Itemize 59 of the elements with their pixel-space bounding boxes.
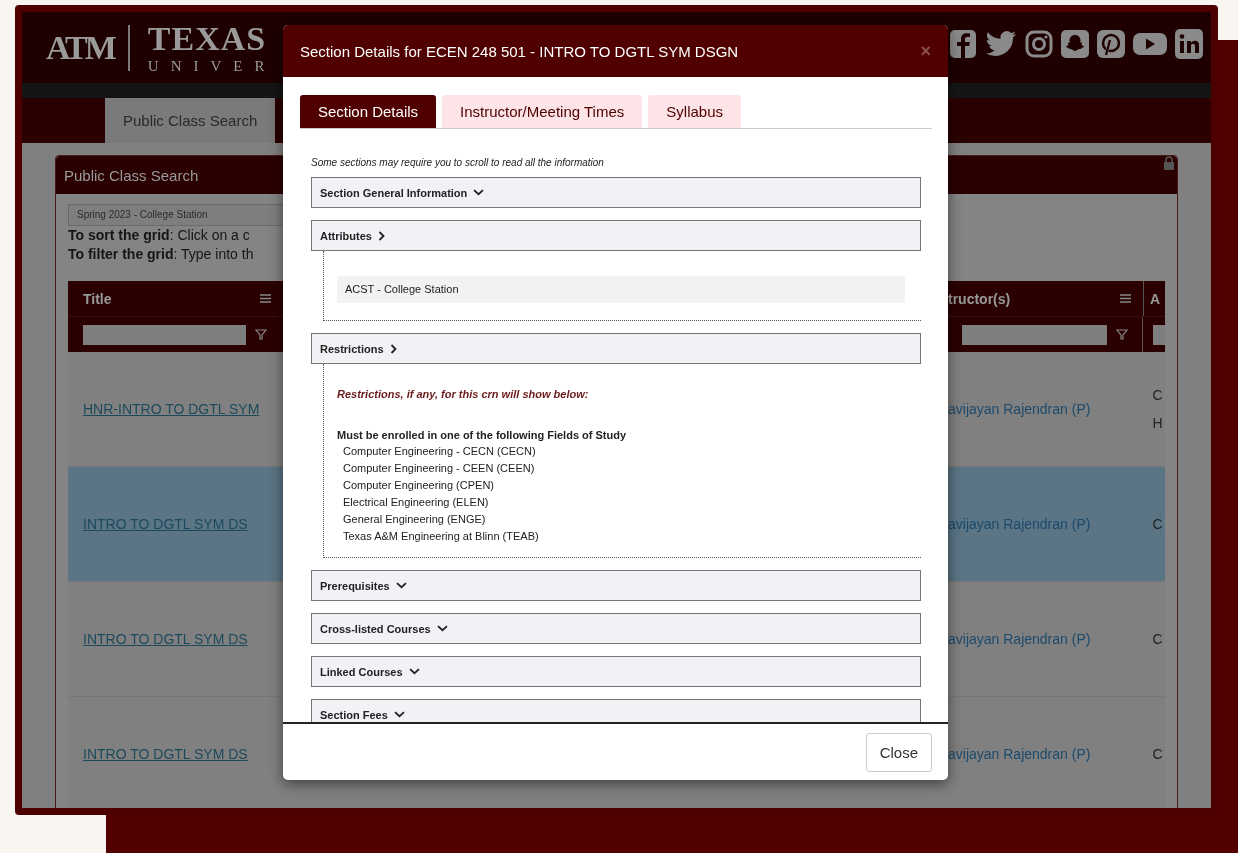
field-of-study: Computer Engineering - CEEN (CEEN)	[342, 461, 536, 476]
pin-icon[interactable]	[1097, 29, 1125, 58]
play-icon[interactable]	[1133, 30, 1167, 57]
filter-icon[interactable]	[255, 329, 267, 340]
scroll-note: Some sections may require you to scroll to read all the information	[311, 157, 605, 168]
chevron-right-icon	[389, 343, 397, 354]
restriction-heading: Must be enrolled in one of the following Fields of Study	[337, 428, 628, 443]
table-cell: C	[1152, 387, 1163, 403]
dialog-tab[interactable]: Syllabus	[648, 95, 741, 128]
facebook-icon[interactable]	[949, 28, 977, 59]
ghost-icon[interactable]	[1061, 29, 1089, 58]
chevron-down-icon	[436, 625, 448, 632]
field-of-study: Computer Engineering - CECN (CECN)	[342, 444, 537, 459]
field-of-study: Electrical Engineering (ELEN)	[342, 495, 490, 510]
close-button[interactable]: Close	[865, 732, 932, 772]
table-cell: C	[1152, 516, 1163, 532]
accordion-header[interactable]: Restrictions	[311, 333, 921, 364]
linkedin-icon[interactable]	[1175, 28, 1203, 59]
logo-mark: ATM	[46, 28, 114, 67]
column-header[interactable]: tructor(s)	[948, 290, 1011, 307]
restrictions-intro: Restrictions, if any, for this crn will show below:	[337, 388, 590, 400]
instruction-text: To filter the grid: Type into th	[68, 245, 254, 264]
table-cell: C	[1152, 631, 1163, 647]
panel-title: Public Class Search	[64, 166, 199, 184]
field-of-study: Computer Engineering (CPEN)	[342, 478, 495, 493]
instruction-text: To sort the grid: Click on a c	[68, 226, 250, 245]
chevron-down-icon	[395, 582, 407, 589]
field-of-study: General Engineering (ENGE)	[342, 512, 487, 527]
chevron-right-icon	[377, 230, 385, 241]
wordmark-subtitle: UNIVER	[147, 58, 277, 74]
wordmark: TEXAS	[147, 21, 268, 56]
menu-icon[interactable]	[260, 294, 271, 303]
filter-field[interactable]	[1153, 324, 1165, 345]
accordion-header[interactable]: Cross-listed Courses	[311, 613, 921, 644]
accordion-header[interactable]: Prerequisites	[311, 570, 921, 601]
accordion-header[interactable]: Attributes	[311, 220, 921, 251]
chevron-down-icon	[408, 668, 420, 675]
nav-tab[interactable]: Public Class Search	[105, 98, 276, 143]
dialog-tab[interactable]: Instructor/Meeting Times	[442, 95, 643, 128]
accordion-header[interactable]: Section General Information	[311, 177, 921, 208]
camera-icon[interactable]	[1025, 29, 1053, 58]
filter-field[interactable]	[962, 324, 1107, 345]
lock-icon	[1163, 156, 1175, 170]
column-header[interactable]: A	[1150, 290, 1161, 307]
filter-field[interactable]	[83, 324, 246, 345]
accordion-header[interactable]: Linked Courses	[311, 656, 921, 687]
field-of-study: Texas A&M Engineering at Blinn (TEAB)	[342, 529, 540, 544]
bird-icon[interactable]	[985, 29, 1017, 58]
table-cell: C	[1152, 746, 1163, 762]
dialog-tab[interactable]: Section Details	[300, 95, 437, 128]
dialog-title: Section Details for ECEN 248 501 - INTRO TO DGTL SYM DSGN	[300, 42, 739, 60]
chevron-down-icon	[393, 711, 405, 718]
table-cell: H	[1152, 415, 1163, 431]
column-header[interactable]: Title	[83, 290, 112, 307]
filter-icon[interactable]	[1116, 329, 1128, 340]
accordion-header[interactable]: Section Fees	[311, 699, 921, 722]
attribute-item: ACST - College Station	[337, 276, 905, 303]
chevron-down-icon	[473, 189, 485, 196]
menu-icon[interactable]	[1120, 294, 1131, 303]
